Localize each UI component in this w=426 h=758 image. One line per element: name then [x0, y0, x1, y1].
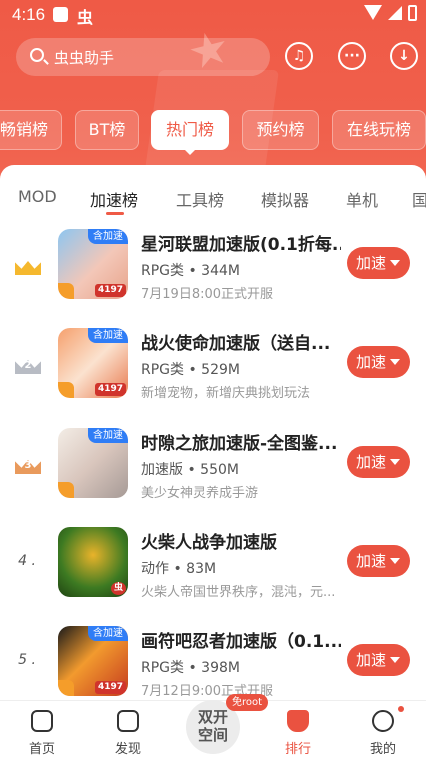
nav-mine-label: 我的	[369, 742, 396, 757]
gift-icon	[58, 482, 74, 498]
notification-square-icon	[53, 7, 68, 22]
rank-number: 2	[24, 360, 32, 371]
speedup-button[interactable]: 加速	[347, 346, 410, 378]
search-icon	[30, 48, 44, 62]
search-placeholder: 虫虫助手	[54, 49, 115, 67]
search-input[interactable]: 虫虫助手	[16, 38, 270, 76]
subtab-standalone[interactable]: 单机	[346, 187, 378, 211]
speedup-button[interactable]: 加速	[347, 545, 410, 577]
gift-icon	[58, 382, 74, 398]
speedup-button[interactable]: 加速	[347, 247, 410, 279]
game-title: 火柴人战争加速版	[141, 533, 277, 553]
nav-mine[interactable]: 我的	[348, 701, 418, 758]
headset-icon[interactable]: ♫	[285, 42, 313, 70]
speedup-button[interactable]: 加速	[347, 644, 410, 676]
no-root-badge: 免root	[226, 694, 269, 711]
subtab-cut-off[interactable]: 国	[412, 187, 426, 211]
game-meta: 加速版 • 550M	[141, 462, 239, 478]
rank-number: 3	[24, 460, 32, 471]
game-desc: 火柴人帝国世界秩序，混沌，元...	[141, 585, 336, 600]
subtab-speedup[interactable]: 加速榜	[90, 187, 138, 211]
game-title: 星河联盟加速版(0.1折每...	[141, 235, 341, 255]
game-title: 画符吧忍者加速版（0.1...	[141, 632, 341, 652]
game-title: 时隙之旅加速版-全图鉴...	[141, 434, 338, 454]
nav-discover-label: 发现	[114, 742, 141, 757]
gold-crown-icon	[15, 255, 41, 275]
game-desc: 7月19日8:00正式开服	[141, 287, 274, 302]
caret-down-icon	[390, 359, 400, 365]
silver-crown-icon: 2	[15, 354, 41, 374]
game-icon: 含加速 4197	[58, 328, 128, 398]
category-tab-bt[interactable]: BT榜	[75, 110, 139, 150]
game-title: 战火使命加速版（送自...	[141, 334, 331, 354]
category-tab-hot[interactable]: 热门榜	[151, 110, 229, 150]
status-time: 4:16	[12, 5, 46, 24]
caret-down-icon	[390, 459, 400, 465]
rank-number: 4 .	[18, 553, 36, 569]
active-subtab-indicator	[106, 212, 124, 215]
subtab-mod[interactable]: MOD	[18, 187, 57, 206]
subtab-emulator[interactable]: 模拟器	[261, 187, 309, 211]
battery-icon	[408, 5, 417, 21]
download-icon[interactable]: ↓	[390, 42, 418, 70]
discover-icon	[117, 710, 139, 732]
game-meta: RPG类 • 344M	[141, 263, 240, 279]
score-badge: 4197	[94, 383, 126, 396]
notification-dot	[398, 706, 404, 712]
category-tab-reservation[interactable]: 预约榜	[242, 110, 319, 150]
game-icon: 含加速	[58, 428, 128, 498]
game-meta: RPG类 • 529M	[141, 362, 240, 378]
game-icon: 含加速 4197	[58, 229, 128, 299]
chat-icon[interactable]: ···	[338, 42, 366, 70]
category-tabs: 畅销榜 BT榜 热门榜 预约榜 在线玩榜	[0, 110, 426, 150]
score-badge: 4197	[94, 681, 126, 694]
dual-space-label: 双开 空间	[197, 708, 228, 744]
subtab-tools[interactable]: 工具榜	[176, 187, 224, 211]
speed-tag: 含加速	[88, 626, 128, 641]
game-row[interactable]: 3 含加速 时隙之旅加速版-全图鉴... 加速版 • 550M 美少女神灵养成手…	[0, 428, 426, 526]
game-row[interactable]: 2 含加速 4197 战火使命加速版（送自... RPG类 • 529M 新增宠…	[0, 328, 426, 426]
game-meta: RPG类 • 398M	[141, 660, 240, 676]
app-store-badge-icon: 虫	[111, 582, 126, 595]
nav-home-label: 首页	[28, 742, 55, 757]
speed-tag: 含加速	[88, 328, 128, 343]
status-bar: 4:16 虫	[0, 0, 426, 32]
game-desc: 美少女神灵养成手游	[141, 486, 259, 501]
trophy-icon	[287, 710, 309, 732]
bronze-crown-icon: 3	[15, 454, 41, 474]
gift-icon	[58, 680, 74, 696]
game-row[interactable]: 含加速 4197 星河联盟加速版(0.1折每... RPG类 • 344M 7月…	[0, 229, 426, 327]
home-icon	[31, 710, 53, 732]
game-icon: 虫	[58, 527, 128, 597]
nav-home[interactable]: 首页	[7, 701, 77, 758]
category-tab-bestseller[interactable]: 畅销榜	[0, 110, 62, 150]
nav-ranking[interactable]: 排行	[263, 701, 333, 758]
caret-down-icon	[390, 657, 400, 663]
speed-tag: 含加速	[88, 428, 128, 443]
speed-tag: 含加速	[88, 229, 128, 244]
game-icon: 含加速 4197	[58, 626, 128, 696]
game-desc: 新增宠物，新增庆典挑划玩法	[141, 386, 311, 401]
speedup-button[interactable]: 加速	[347, 446, 410, 478]
game-row[interactable]: 4 . 虫 火柴人战争加速版 动作 • 83M 火柴人帝国世界秩序，混沌，元..…	[0, 527, 426, 625]
rank-number: 5 .	[18, 652, 36, 668]
gift-icon	[58, 283, 74, 299]
active-category-pointer	[183, 148, 197, 155]
nav-discover[interactable]: 发现	[93, 701, 163, 758]
game-meta: 动作 • 83M	[141, 561, 217, 577]
score-badge: 4197	[94, 284, 126, 297]
profile-icon	[372, 710, 394, 732]
nav-ranking-label: 排行	[284, 742, 311, 757]
signal-icon	[388, 6, 402, 20]
wifi-icon	[364, 5, 382, 20]
caret-down-icon	[390, 558, 400, 564]
category-tab-online[interactable]: 在线玩榜	[332, 110, 426, 150]
caret-down-icon	[390, 260, 400, 266]
sub-tabs: MOD 加速榜 工具榜 模拟器 单机 国	[0, 187, 426, 217]
app-notification-icon: 虫	[77, 8, 94, 27]
